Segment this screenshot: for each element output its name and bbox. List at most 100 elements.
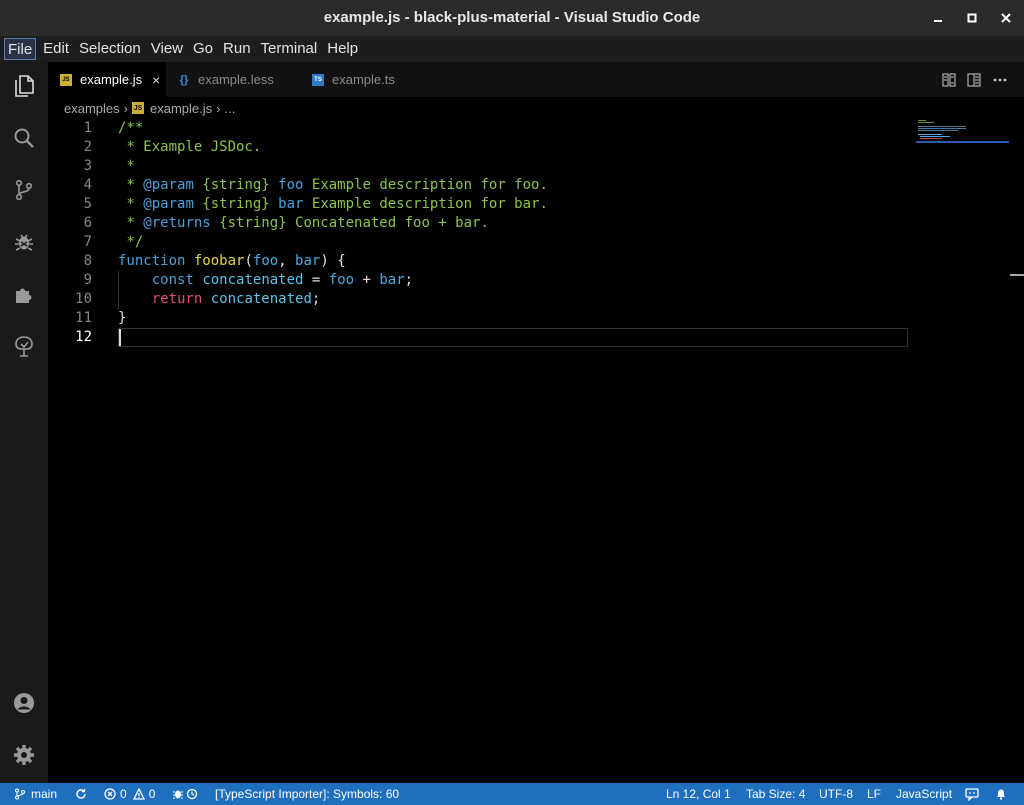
close-tab-icon[interactable]: ×: [152, 72, 160, 88]
maximize-button[interactable]: [962, 8, 982, 28]
text-cursor: [119, 329, 121, 346]
code-line-8: function foobar(foo, bar) {: [118, 252, 346, 271]
comment-text: *: [118, 158, 135, 174]
code-line-5: * @param {string} bar Example descriptio…: [118, 195, 548, 214]
comment-text: /**: [118, 120, 144, 136]
code-editor[interactable]: 1 2 3 4 5 6 7 8 9 10 11 12 /** * Example…: [48, 119, 1024, 783]
minimize-button[interactable]: [928, 8, 948, 28]
parameter: foo: [328, 272, 355, 288]
keyword: function: [118, 253, 186, 269]
comment-text: *: [118, 177, 144, 193]
menu-edit[interactable]: Edit: [40, 38, 72, 60]
live-share-icon: [186, 788, 198, 800]
notifications-button[interactable]: [995, 783, 1007, 805]
extensions-button[interactable]: [0, 270, 48, 318]
menu-selection[interactable]: Selection: [76, 38, 144, 60]
typescript-importer-status[interactable]: [TypeScript Importer]: Symbols: 60: [215, 783, 399, 805]
punctuation: }: [118, 310, 127, 326]
tab-label: example.js: [80, 72, 143, 87]
parameter: foo: [252, 253, 279, 269]
branch-status[interactable]: main: [14, 783, 57, 805]
manage-button[interactable]: [0, 731, 48, 779]
split-editor-button[interactable]: [966, 72, 982, 88]
menu-terminal[interactable]: Terminal: [258, 38, 321, 60]
cursor-position[interactable]: Ln 12, Col 1: [666, 783, 731, 805]
tab-label: example.ts: [332, 72, 395, 87]
breadcrumb-more[interactable]: ...: [224, 101, 235, 116]
breadcrumb-file[interactable]: example.js: [150, 101, 212, 116]
more-icon: [993, 78, 1007, 82]
code-line-3: *: [118, 157, 135, 176]
breadcrumb-folder[interactable]: examples: [64, 101, 120, 116]
search-button[interactable]: [0, 114, 48, 162]
comment-text: *: [118, 196, 144, 212]
account-icon: [14, 693, 34, 713]
javascript-file-icon: JS: [131, 102, 144, 114]
punctuation: ;: [311, 291, 321, 307]
line-number: 7: [83, 234, 92, 250]
error-icon: [104, 788, 116, 800]
run-debug-button[interactable]: [0, 218, 48, 266]
explorer-button[interactable]: [0, 62, 48, 110]
comment-text: Example description for bar.: [303, 196, 548, 212]
jsdoc-param-name: foo: [278, 177, 304, 193]
code-line-9: const concatenated = foo + bar;: [118, 271, 413, 290]
activity-bar: [0, 62, 48, 783]
close-window-button[interactable]: [996, 8, 1016, 28]
current-line-highlight: [118, 328, 908, 347]
comment-text: */: [118, 234, 144, 250]
source-control-button[interactable]: [0, 166, 48, 214]
debug-status[interactable]: [172, 783, 198, 805]
branch-name: main: [31, 787, 58, 801]
tree-view-button[interactable]: [0, 322, 48, 370]
encoding[interactable]: UTF-8: [819, 783, 853, 805]
minimap[interactable]: [916, 119, 1009, 143]
parameter: bar: [295, 253, 321, 269]
code-line-6: * @returns {string} Concatenated foo + b…: [118, 214, 488, 233]
breadcrumb: examples › JS example.js › ...: [48, 97, 1024, 119]
status-bar: main 0 0 [TypeScript Importer]: Symbols:…: [0, 783, 1024, 805]
menu-run[interactable]: Run: [220, 38, 254, 60]
menu-help[interactable]: Help: [324, 38, 361, 60]
accounts-button[interactable]: [0, 679, 48, 727]
tab-example-less[interactable]: {} example.less: [166, 62, 300, 97]
more-actions-button[interactable]: [992, 72, 1008, 88]
parameter: bar: [379, 272, 405, 288]
debug-icon: [15, 234, 33, 251]
tab-example-ts[interactable]: TS example.ts: [300, 62, 426, 97]
menu-file[interactable]: File: [4, 38, 37, 60]
line-number: 1: [83, 120, 92, 136]
line-number: 6: [83, 215, 92, 231]
sync-button[interactable]: [75, 783, 87, 805]
chevron-right-icon: ›: [216, 100, 221, 116]
language-mode[interactable]: JavaScript: [896, 783, 952, 805]
menu-go[interactable]: Go: [190, 38, 216, 60]
keyword: const: [151, 272, 194, 288]
search-icon: [14, 128, 34, 148]
variable: concatenated: [210, 291, 312, 307]
tab-example-js[interactable]: JS example.js ×: [48, 62, 166, 97]
extensions-icon: [16, 288, 32, 303]
comment-text: *: [118, 215, 144, 231]
close-icon: [1001, 13, 1011, 23]
open-changes-button[interactable]: [941, 72, 957, 88]
end-of-line[interactable]: LF: [867, 783, 881, 805]
tab-label: example.less: [198, 72, 274, 87]
minimize-icon: [934, 20, 942, 22]
scrollbar-cursor-marker: [1010, 274, 1024, 276]
menu-bar: File Edit Selection View Go Run Terminal…: [0, 36, 1024, 62]
warning-icon: [132, 788, 145, 800]
punctuation: ,: [278, 253, 296, 269]
feedback-button[interactable]: [965, 783, 979, 805]
menu-view[interactable]: View: [148, 38, 186, 60]
punctuation: ) {: [320, 253, 346, 269]
jsdoc-param-name: bar: [278, 196, 304, 212]
compare-icon: [942, 73, 956, 87]
problems-status[interactable]: 0 0: [104, 783, 155, 805]
split-editor-icon: [967, 73, 981, 87]
line-number: 4: [83, 177, 92, 193]
tab-size[interactable]: Tab Size: 4: [746, 783, 805, 805]
jsdoc-tag: @param: [143, 177, 194, 193]
code-line-2: * Example JSDoc.: [118, 138, 261, 157]
line-number: 5: [83, 196, 92, 212]
